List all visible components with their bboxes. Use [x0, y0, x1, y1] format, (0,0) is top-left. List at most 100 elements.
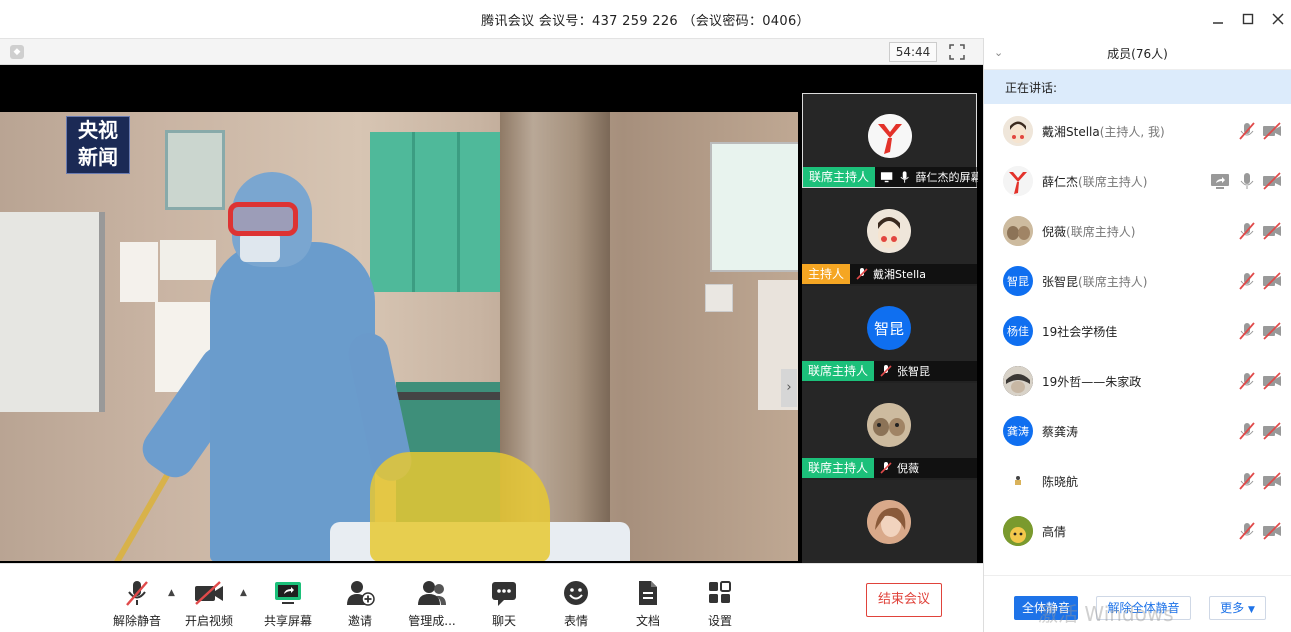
camera-off-icon[interactable]: [1262, 271, 1282, 291]
mic-muted-icon: [856, 268, 868, 280]
camera-off-icon[interactable]: [1262, 321, 1282, 341]
role-badge: 联席主持人: [803, 167, 876, 187]
screen-share-icon: [880, 172, 893, 183]
mic-muted-icon[interactable]: [1237, 421, 1257, 441]
settings-icon: [709, 581, 731, 603]
camera-off-icon[interactable]: [1262, 471, 1282, 491]
documents-button[interactable]: 文档: [616, 578, 680, 629]
mic-icon: [900, 171, 910, 183]
members-header: ⌄ 成员(76人): [984, 38, 1291, 70]
thumbnail-strip: 联席主持人 薛仁杰的屏幕 主持人 戴湘Stella 智昆 联席主持人 张智昆 联…: [802, 93, 978, 563]
mic-muted-icon[interactable]: [1237, 371, 1257, 391]
camera-off-icon[interactable]: [1262, 121, 1282, 141]
video-scene-element: [705, 284, 733, 312]
minimize-button[interactable]: [1202, 0, 1234, 38]
close-button[interactable]: [1262, 0, 1291, 38]
chevron-down-icon[interactable]: ⌄: [994, 46, 1003, 59]
list-item[interactable]: 龚涛 蔡龚涛: [984, 406, 1291, 456]
avatar: [867, 209, 911, 253]
cat-avatar-icon: [867, 403, 911, 447]
camera-off-icon[interactable]: [1262, 221, 1282, 241]
maximize-button[interactable]: [1232, 0, 1264, 38]
mic-muted-icon[interactable]: [1237, 221, 1257, 241]
chevron-right-icon: ›: [786, 380, 792, 395]
collapse-thumbnails-button[interactable]: ›: [781, 369, 797, 407]
cctv-news-logo: 央视 新闻: [66, 116, 130, 174]
video-scene-element: [0, 212, 105, 412]
camera-off-icon[interactable]: [1262, 421, 1282, 441]
video-options-caret[interactable]: ▲: [240, 588, 250, 598]
more-button[interactable]: 更多 ▼: [1209, 596, 1266, 620]
mic-muted-icon[interactable]: [1237, 321, 1257, 341]
fullscreen-icon: [949, 44, 965, 60]
fullscreen-button[interactable]: [949, 44, 965, 60]
list-item[interactable]: 倪薇(联席主持人): [984, 206, 1291, 256]
video-top-strip: ◆ 54:44: [0, 38, 983, 65]
thumbnail-tile[interactable]: 联席主持人 倪薇: [802, 383, 977, 478]
list-item[interactable]: [984, 556, 1291, 566]
list-item[interactable]: 薛仁杰(联席主持人): [984, 156, 1291, 206]
unmute-button[interactable]: 解除静音: [105, 578, 169, 629]
chat-icon: [492, 582, 516, 606]
avatar: [867, 500, 911, 544]
list-item[interactable]: 高倩: [984, 506, 1291, 556]
camera-off-icon[interactable]: [1262, 371, 1282, 391]
shield-icon: ◆: [10, 45, 24, 59]
portrait-avatar-icon: [867, 500, 911, 544]
mic-muted-icon[interactable]: [1237, 471, 1257, 491]
member-name: 19社会学杨佳: [1042, 325, 1118, 339]
toolbar-label: 解除静音: [112, 614, 161, 628]
toolbar-label: 开启视频: [184, 614, 233, 628]
member-name: 张智昆(联席主持人): [1042, 275, 1148, 289]
list-item[interactable]: 智昆 张智昆(联席主持人): [984, 256, 1291, 306]
toolbar-label: 表情: [563, 614, 588, 628]
thumbnail-tile[interactable]: 智昆 联席主持人 张智昆: [802, 286, 977, 381]
more-label: 更多: [1220, 601, 1245, 615]
participant-name: 张智昆: [897, 365, 931, 378]
role-badge: 主持人: [802, 264, 851, 284]
meeting-area: ◆ 54:44 央视 新闻 › 联席主持人 薛仁杰的屏幕 主持人 戴湘Stell…: [0, 38, 983, 632]
photo-avatar-icon: [1003, 366, 1033, 396]
avatar: 龚涛: [1003, 416, 1033, 446]
manage-members-button[interactable]: 管理成...: [400, 578, 464, 629]
windows-activation-watermark: 激活 Windows: [1038, 602, 1174, 626]
end-meeting-button[interactable]: 结束会议: [866, 583, 942, 617]
mic-muted-icon[interactable]: [1237, 271, 1257, 291]
window-title: 腾讯会议 会议号：437 259 226 （会议密码：0406）: [481, 13, 810, 29]
avatar: [868, 114, 912, 158]
list-item[interactable]: 陈晓航: [984, 456, 1291, 506]
reactions-button[interactable]: 表情: [544, 578, 608, 629]
camera-off-icon[interactable]: [1262, 171, 1282, 191]
list-item[interactable]: 19外哲——朱家政: [984, 356, 1291, 406]
video-scene-element: [160, 240, 216, 280]
invite-button[interactable]: 邀请: [328, 578, 392, 629]
toolbar-label: 邀请: [347, 614, 372, 628]
thumbnail-label-bar: 联席主持人 张智昆: [802, 361, 977, 381]
settings-button[interactable]: 设置: [688, 578, 752, 629]
share-screen-button[interactable]: 共享屏幕: [256, 578, 320, 629]
camera-off-icon[interactable]: [1262, 521, 1282, 541]
logo-line-1: 央视: [78, 118, 118, 142]
start-video-button[interactable]: 开启视频: [177, 578, 241, 629]
screen-share-icon[interactable]: [1210, 171, 1230, 191]
chat-button[interactable]: 聊天: [472, 578, 536, 629]
members-icon: [418, 581, 446, 605]
list-item[interactable]: 戴湘Stella(主持人, 我): [984, 106, 1291, 156]
thumbnail-tile[interactable]: [802, 480, 977, 563]
members-list: 戴湘Stella(主持人, 我) 薛仁杰(联席主持人) 倪薇(联席主持人) 智昆…: [984, 106, 1291, 566]
mic-muted-icon[interactable]: [1237, 121, 1257, 141]
mic-muted-icon[interactable]: [1237, 521, 1257, 541]
list-item[interactable]: 杨佳 19社会学杨佳: [984, 306, 1291, 356]
video-stage: 央视 新闻 › 联席主持人 薛仁杰的屏幕 主持人 戴湘Stella 智昆 联席主…: [0, 65, 983, 563]
members-count-title: 成员(76人): [1107, 47, 1168, 61]
main-video[interactable]: 央视 新闻 ›: [0, 112, 798, 561]
camera-off-icon: [195, 581, 223, 605]
member-name: 陈晓航: [1042, 475, 1079, 489]
emoji-icon: [564, 581, 588, 605]
thumbnail-tile[interactable]: 联席主持人 薛仁杰的屏幕: [802, 93, 978, 188]
mic-icon[interactable]: [1237, 171, 1257, 191]
thumbnail-tile[interactable]: 主持人 戴湘Stella: [802, 189, 977, 284]
cartoon-avatar-icon: [1003, 516, 1033, 546]
avatar: [1003, 366, 1033, 396]
avatar-initials: 杨佳: [1007, 325, 1029, 338]
